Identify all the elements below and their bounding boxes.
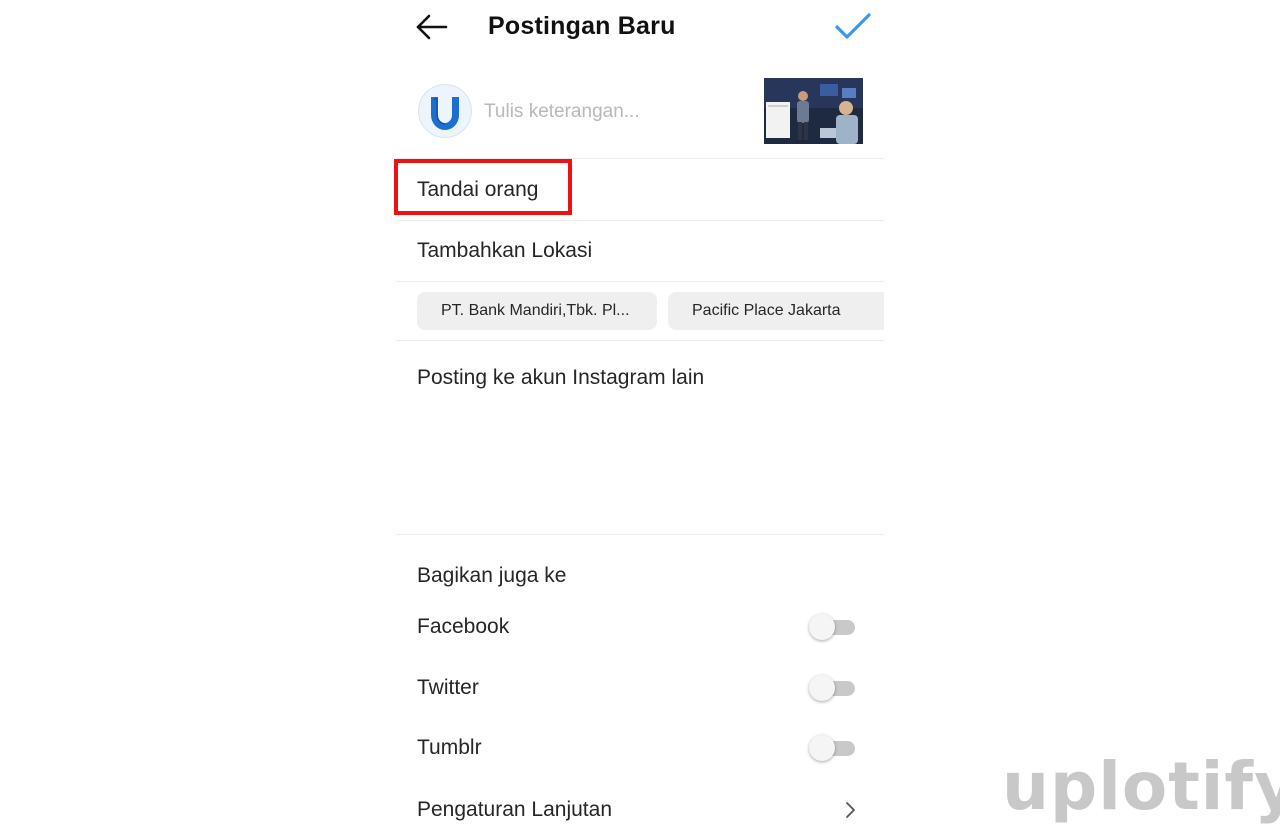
divider (396, 534, 884, 535)
highlight-annotation (394, 159, 572, 215)
location-chip[interactable]: Pacific Place Jakarta (668, 292, 884, 330)
post-thumbnail (764, 78, 863, 144)
add-location-label: Tambahkan Lokasi (417, 239, 593, 262)
avatar (418, 84, 472, 138)
share-section-label: Bagikan juga ke (417, 564, 567, 587)
caption-row (396, 70, 884, 158)
checkmark-icon[interactable] (833, 9, 873, 45)
post-other-account-label: Posting ke akun Instagram lain (417, 366, 705, 389)
chevron-right-icon (843, 800, 859, 820)
page-title: Postingan Baru (488, 12, 676, 40)
top-bar: Postingan Baru (396, 0, 884, 56)
location-suggestions: PT. Bank Mandiri,Tbk. Pl... Pacific Plac… (396, 284, 884, 340)
tumblr-toggle[interactable] (809, 734, 857, 762)
twitter-toggle[interactable] (809, 674, 857, 702)
toggle-knob (809, 614, 835, 640)
add-location-item[interactable]: Tambahkan Lokasi (396, 221, 884, 281)
new-post-screen: Postingan Baru Tulis keterangan... Tanda… (394, 0, 884, 833)
share-tumblr-row: Tumblr (396, 723, 884, 773)
location-chip[interactable]: PT. Bank Mandiri,Tbk. Pl... (417, 292, 657, 330)
tumblr-label: Tumblr (417, 736, 482, 759)
screenshot: Postingan Baru Tulis keterangan... Tanda… (0, 0, 1280, 833)
divider (396, 281, 884, 282)
share-twitter-row: Twitter (396, 663, 884, 713)
caption-input[interactable] (484, 98, 744, 126)
facebook-label: Facebook (417, 615, 510, 638)
twitter-label: Twitter (417, 676, 479, 699)
advanced-settings-label: Pengaturan Lanjutan (417, 798, 612, 821)
divider (396, 340, 884, 341)
share-facebook-row: Facebook (396, 602, 884, 652)
watermark-logo: uplotify (1002, 748, 1280, 825)
toggle-knob (809, 735, 835, 761)
advanced-settings-item[interactable]: Pengaturan Lanjutan (396, 780, 884, 833)
toggle-knob (809, 675, 835, 701)
facebook-toggle[interactable] (809, 613, 857, 641)
back-arrow-icon[interactable] (414, 12, 450, 42)
post-other-account-item[interactable]: Posting ke akun Instagram lain (396, 348, 884, 408)
